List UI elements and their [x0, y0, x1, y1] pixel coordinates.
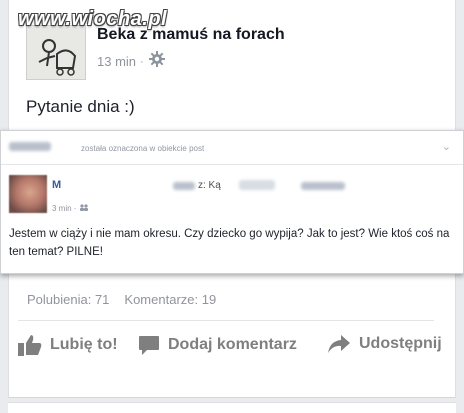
embedded-avatar	[9, 175, 47, 213]
post-stats: Polubienia: 71 Komentarze: 19	[27, 292, 216, 307]
blurred-name	[301, 182, 345, 190]
comments-count[interactable]: Komentarze: 19	[124, 292, 216, 307]
like-label: Lubię to!	[50, 336, 118, 353]
comment-button[interactable]: Dodaj komentarz	[138, 334, 297, 356]
blurred-name	[239, 180, 275, 190]
embedded-author: M	[52, 179, 62, 191]
page-avatar[interactable]	[26, 25, 86, 80]
blurred-name	[9, 142, 51, 151]
divider	[18, 320, 434, 321]
comment-label: Dodaj komentarz	[168, 336, 297, 353]
friends-icon	[79, 199, 89, 217]
action-bar: Lubię to! Dodaj komentarz Udostępnij	[18, 334, 448, 362]
embedded-recipient: z: Ką	[198, 180, 221, 191]
meta-separator: ·	[140, 55, 144, 68]
watermark: www.wiocha.pl	[18, 8, 168, 30]
embedded-post-text: Jestem w ciąży i nie mam okresu. Czy dzi…	[9, 228, 450, 258]
comment-icon	[138, 334, 160, 356]
embedded-screenshot: została oznaczona w obiekcie post ⌄ M z:…	[0, 130, 464, 274]
post-timestamp[interactable]: 13 min	[97, 54, 136, 69]
embedded-timestamp: 3 min ·	[52, 203, 77, 213]
likes-count[interactable]: Polubienia: 71	[27, 292, 109, 307]
thumbs-up-icon	[18, 334, 42, 356]
tagged-notice: została oznaczona w obiekcie post	[81, 144, 205, 153]
next-post-card	[8, 402, 456, 413]
share-label: Udostępnij	[359, 335, 442, 352]
embedded-meta: 3 min ·	[52, 199, 89, 217]
gear-icon[interactable]	[148, 50, 166, 73]
blurred-name	[173, 182, 195, 190]
share-button[interactable]: Udostępnij	[327, 334, 442, 354]
post-text: Pytanie dnia :)	[26, 97, 135, 116]
share-arrow-icon	[327, 334, 351, 354]
like-button[interactable]: Lubię to!	[18, 334, 118, 356]
post-meta: 13 min ·	[97, 50, 166, 73]
chevron-down-icon[interactable]: ⌄	[442, 140, 451, 153]
embedded-header: została oznaczona w obiekcie post ⌄	[1, 131, 463, 165]
